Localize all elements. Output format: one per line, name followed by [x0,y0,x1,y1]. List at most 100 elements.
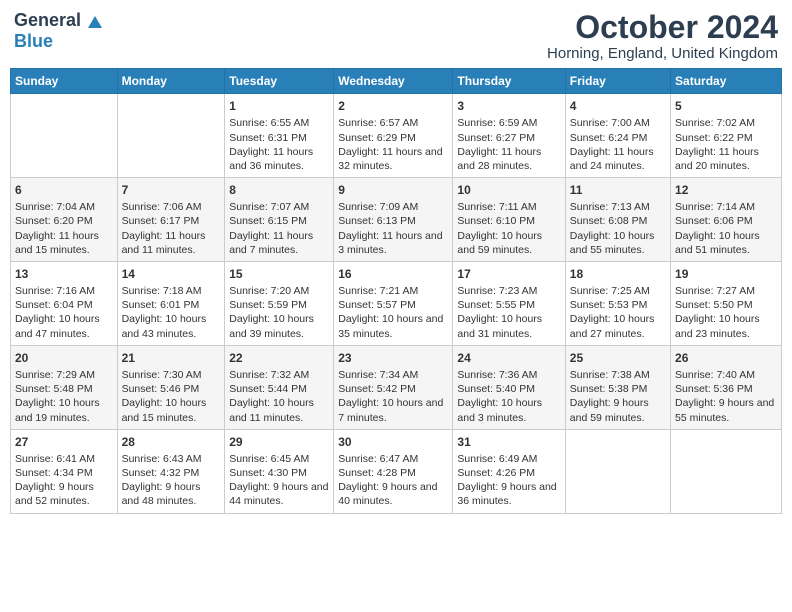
day-info: Daylight: 9 hours and 55 minutes. [675,396,777,424]
calendar-table: SundayMondayTuesdayWednesdayThursdayFrid… [10,68,782,513]
day-number: 3 [457,98,560,114]
calendar-cell [671,429,782,513]
day-info: Daylight: 10 hours and 15 minutes. [122,396,221,424]
day-info: Sunset: 4:26 PM [457,466,560,480]
calendar-cell: 15Sunrise: 7:20 AMSunset: 5:59 PMDayligh… [225,261,334,345]
day-info: Sunset: 4:32 PM [122,466,221,480]
day-info: Sunrise: 7:07 AM [229,200,329,214]
day-info: Daylight: 10 hours and 55 minutes. [570,229,666,257]
day-info: Sunset: 5:44 PM [229,382,329,396]
day-info: Sunrise: 7:09 AM [338,200,448,214]
calendar-cell: 20Sunrise: 7:29 AMSunset: 5:48 PMDayligh… [11,345,118,429]
calendar-cell: 2Sunrise: 6:57 AMSunset: 6:29 PMDaylight… [334,94,453,178]
day-number: 16 [338,266,448,282]
day-info: Daylight: 9 hours and 48 minutes. [122,480,221,508]
day-info: Sunrise: 7:32 AM [229,368,329,382]
day-number: 28 [122,434,221,450]
day-number: 17 [457,266,560,282]
calendar-cell [11,94,118,178]
day-info: Sunrise: 7:34 AM [338,368,448,382]
day-info: Sunset: 5:55 PM [457,298,560,312]
day-info: Daylight: 10 hours and 59 minutes. [457,229,560,257]
logo: General Blue [14,10,102,52]
day-info: Daylight: 11 hours and 20 minutes. [675,145,777,173]
column-header-friday: Friday [565,69,670,94]
day-info: Daylight: 11 hours and 32 minutes. [338,145,448,173]
day-info: Daylight: 10 hours and 7 minutes. [338,396,448,424]
day-info: Sunrise: 7:30 AM [122,368,221,382]
day-info: Sunrise: 7:14 AM [675,200,777,214]
calendar-cell: 8Sunrise: 7:07 AMSunset: 6:15 PMDaylight… [225,178,334,262]
day-info: Sunrise: 7:38 AM [570,368,666,382]
day-info: Sunrise: 7:06 AM [122,200,221,214]
day-info: Daylight: 9 hours and 40 minutes. [338,480,448,508]
day-number: 8 [229,182,329,198]
day-number: 14 [122,266,221,282]
day-info: Sunset: 5:48 PM [15,382,113,396]
day-info: Daylight: 10 hours and 27 minutes. [570,312,666,340]
calendar-cell: 25Sunrise: 7:38 AMSunset: 5:38 PMDayligh… [565,345,670,429]
logo-blue: Blue [14,31,53,52]
day-info: Daylight: 11 hours and 15 minutes. [15,229,113,257]
day-info: Daylight: 10 hours and 3 minutes. [457,396,560,424]
day-info: Sunrise: 7:40 AM [675,368,777,382]
calendar-cell [117,94,225,178]
column-header-monday: Monday [117,69,225,94]
day-number: 19 [675,266,777,282]
day-info: Sunset: 5:42 PM [338,382,448,396]
day-number: 30 [338,434,448,450]
day-info: Sunset: 5:57 PM [338,298,448,312]
title-block: October 2024 Horning, England, United Ki… [547,10,778,62]
calendar-cell: 23 Sunrise: 7:34 AMSunset: 5:42 PMDayligh… [334,345,453,429]
day-info: Sunset: 6:06 PM [675,214,777,228]
day-info: Daylight: 10 hours and 47 minutes. [15,312,113,340]
day-number: 29 [229,434,329,450]
day-info: Sunset: 6:20 PM [15,214,113,228]
day-number: 15 [229,266,329,282]
month-title: October 2024 [547,10,778,45]
day-info: Sunrise: 7:13 AM [570,200,666,214]
day-info: Sunset: 6:22 PM [675,131,777,145]
day-info: Daylight: 9 hours and 52 minutes. [15,480,113,508]
day-info: Daylight: 10 hours and 23 minutes. [675,312,777,340]
day-number: 6 [15,182,113,198]
day-number: 27 [15,434,113,450]
day-info: Sunset: 6:27 PM [457,131,560,145]
day-info: Daylight: 10 hours and 51 minutes. [675,229,777,257]
day-number: 2 [338,98,448,114]
day-info: Sunrise: 7:21 AM [338,284,448,298]
day-info: Daylight: 10 hours and 43 minutes. [122,312,221,340]
day-info: Sunset: 4:34 PM [15,466,113,480]
calendar-cell: 10Sunrise: 7:11 AMSunset: 6:10 PMDayligh… [453,178,565,262]
calendar-cell: 3Sunrise: 6:59 AMSunset: 6:27 PMDaylight… [453,94,565,178]
day-info: Sunrise: 7:02 AM [675,116,777,130]
day-number: 23 [338,350,448,366]
calendar-cell: 13Sunrise: 7:16 AMSunset: 6:04 PMDayligh… [11,261,118,345]
day-number: 20 [15,350,113,366]
day-info: Sunrise: 7:00 AM [570,116,666,130]
day-info: Daylight: 11 hours and 11 minutes. [122,229,221,257]
day-info: Daylight: 9 hours and 44 minutes. [229,480,329,508]
day-info: Sunset: 5:53 PM [570,298,666,312]
day-number: 18 [570,266,666,282]
day-info: Sunrise: 6:55 AM [229,116,329,130]
calendar-cell: 1Sunrise: 6:55 AMSunset: 6:31 PMDaylight… [225,94,334,178]
day-info: Sunset: 5:46 PM [122,382,221,396]
calendar-cell: 21Sunrise: 7:30 AMSunset: 5:46 PMDayligh… [117,345,225,429]
day-info: Sunset: 6:15 PM [229,214,329,228]
day-info: Sunset: 4:28 PM [338,466,448,480]
column-header-tuesday: Tuesday [225,69,334,94]
day-info: Sunrise: 6:43 AM [122,452,221,466]
day-info: Daylight: 10 hours and 19 minutes. [15,396,113,424]
day-number: 10 [457,182,560,198]
calendar-cell: 5Sunrise: 7:02 AMSunset: 6:22 PMDaylight… [671,94,782,178]
column-header-sunday: Sunday [11,69,118,94]
day-info: Sunrise: 6:45 AM [229,452,329,466]
day-info: Sunset: 6:01 PM [122,298,221,312]
day-info: Sunrise: 7:20 AM [229,284,329,298]
day-number: 11 [570,182,666,198]
day-info: Daylight: 11 hours and 36 minutes. [229,145,329,173]
calendar-cell: 26Sunrise: 7:40 AMSunset: 5:36 PMDayligh… [671,345,782,429]
calendar-cell: 9Sunrise: 7:09 AMSunset: 6:13 PMDaylight… [334,178,453,262]
day-info: Sunset: 6:04 PM [15,298,113,312]
